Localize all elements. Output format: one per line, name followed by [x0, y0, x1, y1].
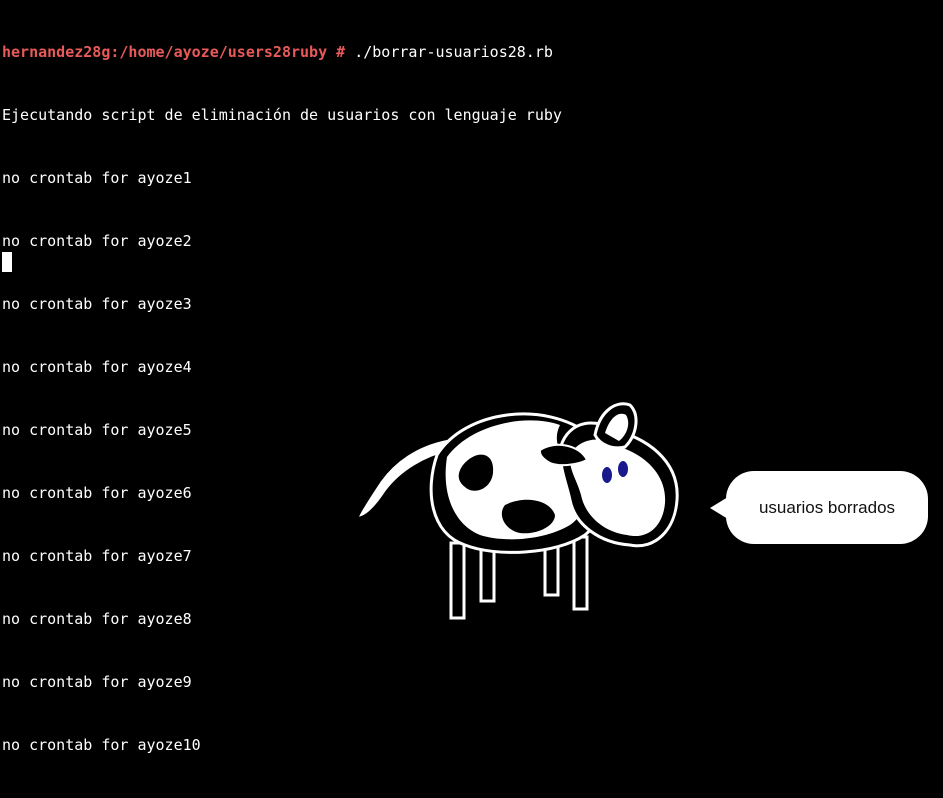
cow-icon	[359, 402, 679, 620]
output-line: Ejecutando script de eliminación de usua…	[2, 106, 562, 124]
output-line: no crontab for ayoze2	[2, 232, 192, 250]
output-line: no crontab for ayoze9	[2, 673, 192, 691]
command-text: ./borrar-usuarios28.rb	[345, 43, 553, 61]
speech-bubble-text: usuarios borrados	[758, 498, 896, 517]
output-line: no crontab for ayoze1	[2, 169, 192, 187]
output-line: no crontab for ayoze4	[2, 358, 192, 376]
terminal-window[interactable]: hernandez28g:/home/ayoze/users28ruby # .…	[0, 0, 943, 754]
text-cursor[interactable]	[2, 252, 12, 272]
output-line: no crontab for ayoze10	[2, 736, 201, 754]
output-line: no crontab for ayoze3	[2, 295, 192, 313]
shell-prompt: hernandez28g:/home/ayoze/users28ruby #	[2, 43, 346, 61]
command-line: hernandez28g:/home/ayoze/users28ruby # .…	[2, 42, 562, 63]
